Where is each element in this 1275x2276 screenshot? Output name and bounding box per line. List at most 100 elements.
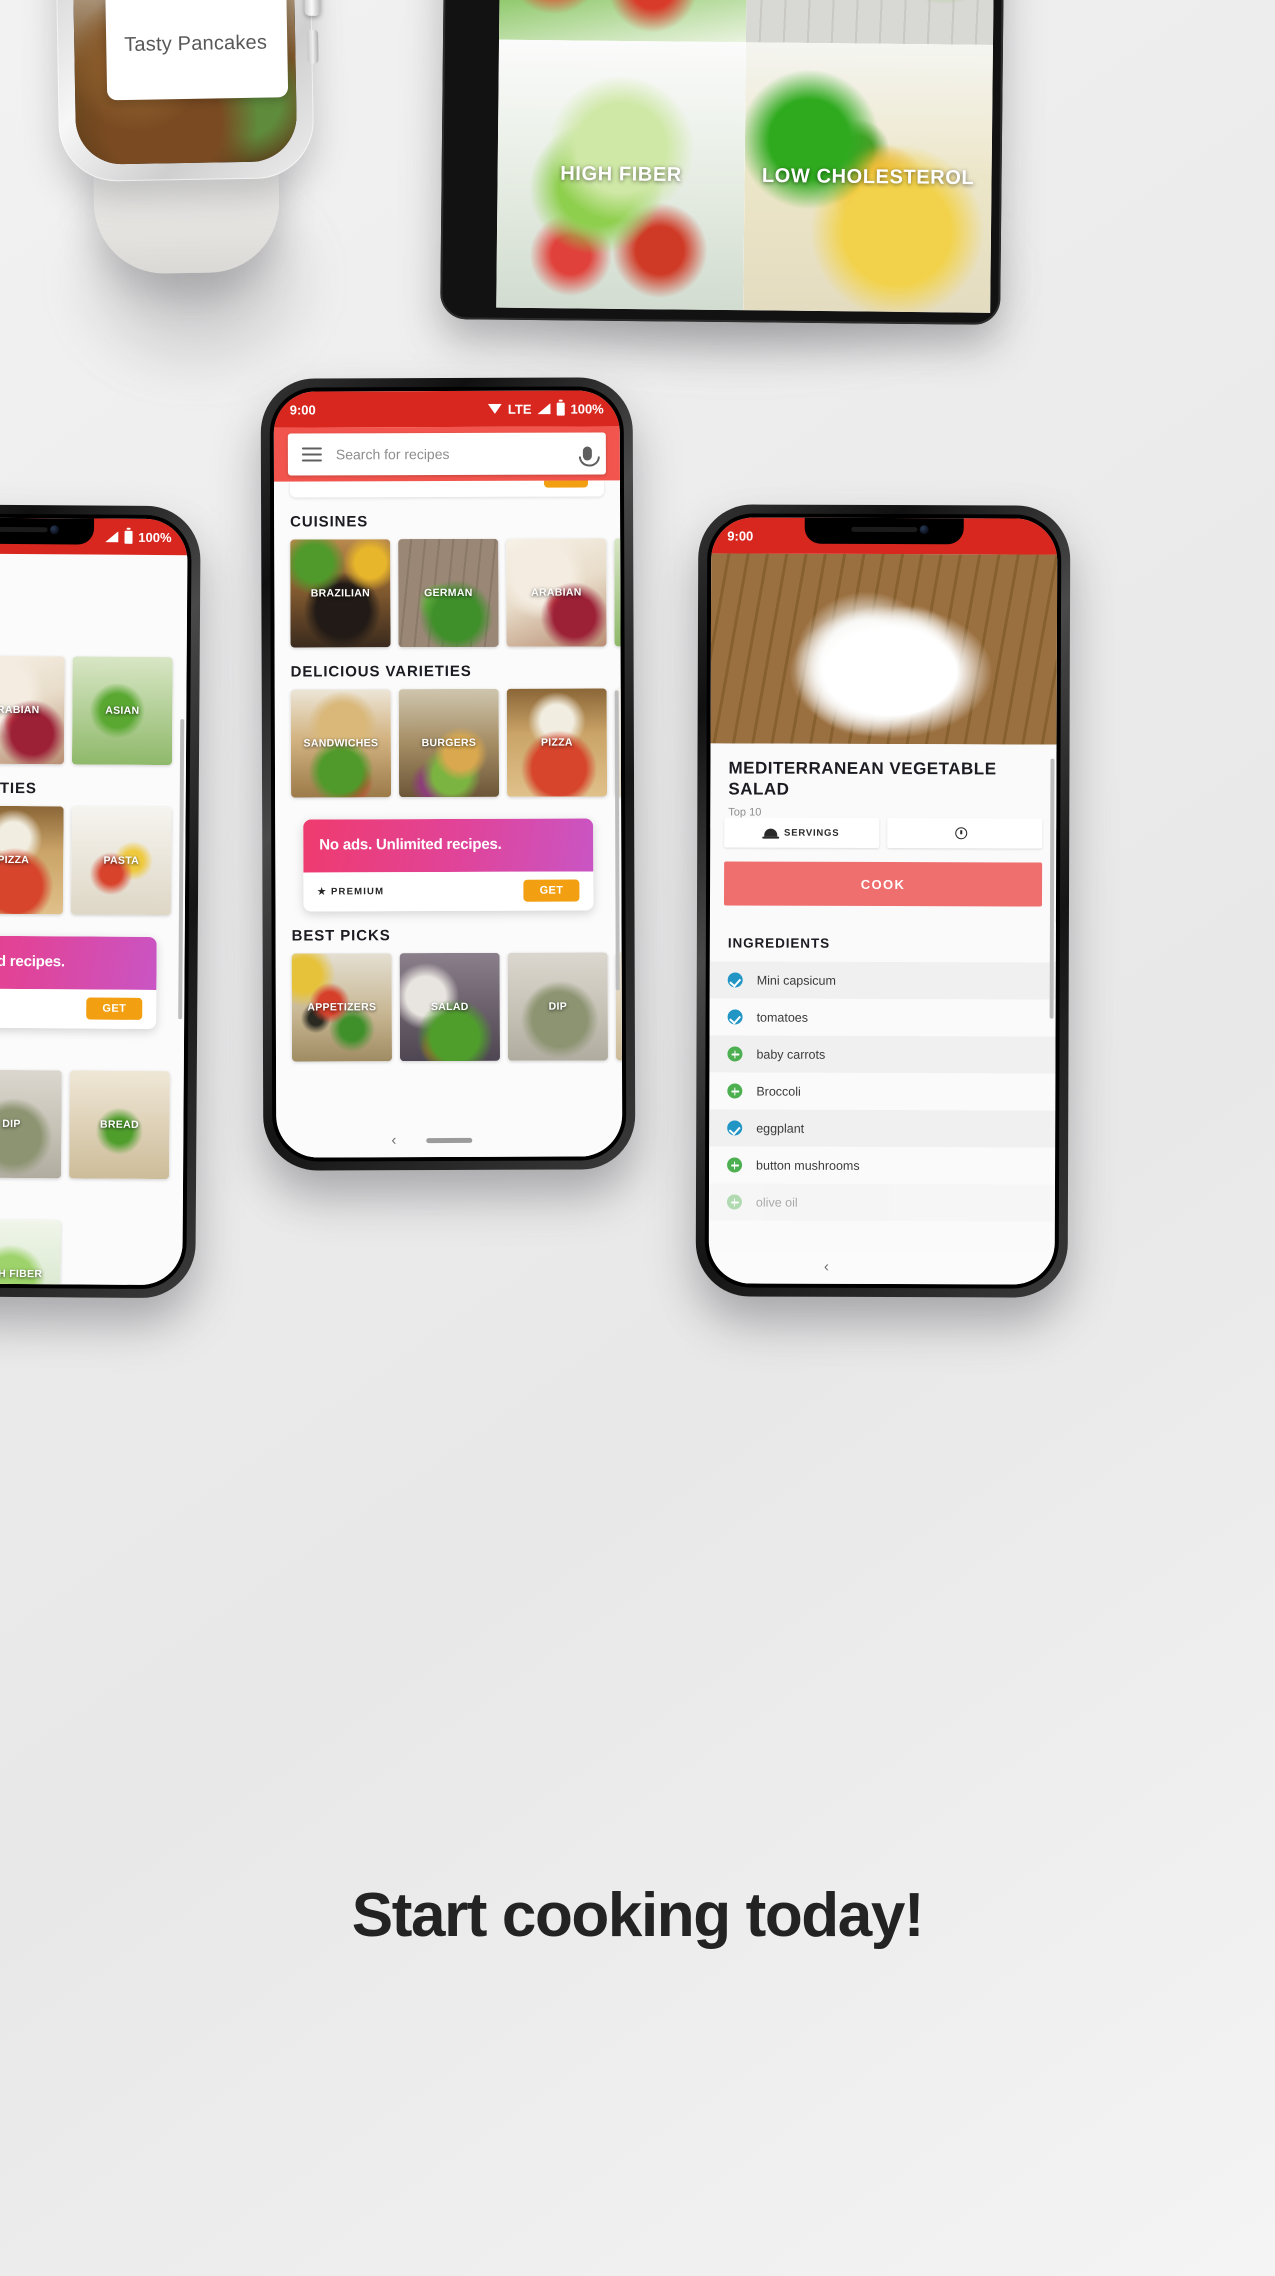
ingredient-row[interactable]: Broccoli: [709, 1072, 1056, 1111]
microphone-icon[interactable]: [582, 446, 592, 461]
tile-photo: [499, 0, 749, 43]
ingredient-row[interactable]: baby carrots: [709, 1035, 1056, 1074]
section-row-3[interactable]: DIABETICHIGH FIBER: [0, 1219, 183, 1286]
category-label: ASIAN: [105, 704, 140, 717]
phone-center-navbar: ‹: [276, 1122, 623, 1158]
category-card[interactable]: APPETIZERS: [291, 953, 393, 1062]
tile-label: HIGH FIBER: [560, 162, 683, 187]
home-indicator[interactable]: [426, 1137, 473, 1143]
premium-ad-card[interactable]: No ads. Unlimited recipes.★ PREMIUMGET: [0, 934, 157, 1030]
tablet-tile-0[interactable]: SIMPLY HEALTHY: [499, 0, 749, 43]
ingredients-list[interactable]: Mini capsicum tomatoes baby carrots Broccol…: [708, 961, 1056, 1284]
phone-center-time: 9:00: [289, 401, 316, 418]
category-label: DIP: [548, 1000, 568, 1013]
category-card[interactable]: DIP: [507, 952, 609, 1061]
section-row-2[interactable]: SALADDIPBREAD: [0, 1069, 184, 1180]
battery-icon: [124, 530, 133, 544]
section-row-0[interactable]: GERMANARABIANASIAN: [0, 655, 187, 766]
category-label: BREAD: [616, 1000, 623, 1012]
premium-ad-card[interactable]: No ads. Unlimited recipes.★ PREMIUMGET: [303, 818, 594, 912]
soup-photo: [710, 553, 1058, 745]
check-icon[interactable]: [727, 1120, 743, 1136]
search-area: Search for recipes: [273, 426, 620, 482]
plus-icon[interactable]: [727, 1083, 743, 1099]
ingredient-row[interactable]: eggplant: [709, 1109, 1056, 1148]
plus-icon[interactable]: [727, 1157, 743, 1173]
category-card[interactable]: ARABIAN: [506, 538, 607, 647]
category-card[interactable]: PASTA: [70, 806, 172, 916]
category-card[interactable]: GERMAN: [398, 538, 499, 648]
search-input[interactable]: Search for recipes: [336, 446, 569, 462]
section-title-2: BEST PICKS: [0, 1027, 184, 1071]
tablet-tile-3[interactable]: LOW CHOLESTEROL: [743, 42, 993, 313]
phone-right-frame: 9:00 MEDITERRANEAN VEGETABLE SALAD Top 1…: [695, 504, 1071, 1298]
earpiece-icon: [0, 526, 49, 533]
category-card[interactable]: ARABIAN: [0, 655, 65, 765]
phone-center-content[interactable]: CUISINES BRAZILIAN GERMAN ARABIAN ASIAN DELIC…: [273, 480, 623, 1158]
phone-left-content[interactable]: CUISINESGERMANARABIANASIANDELICIOUS VARI…: [0, 552, 188, 1286]
ingredient-name: Mini capsicum: [756, 973, 836, 988]
section-title-3: CATEGORIES: [0, 1177, 183, 1221]
wifi-icon: [488, 404, 502, 414]
watch-crown[interactable]: [304, 0, 321, 16]
watch-recipe-card[interactable]: Tasty Pancakes: [105, 0, 289, 101]
category-card[interactable]: PIZZA: [0, 805, 64, 915]
phone-center-status-icons: LTE 100%: [488, 401, 604, 416]
get-button[interactable]: GET: [523, 879, 580, 902]
category-card[interactable]: ASIAN: [614, 538, 623, 647]
ingredient-name: tomatoes: [756, 1010, 809, 1025]
phone-right-bezel: 9:00 MEDITERRANEAN VEGETABLE SALAD Top 1…: [704, 513, 1062, 1289]
ingredient-row[interactable]: olive oil: [708, 1183, 1056, 1222]
category-card[interactable]: SALAD: [399, 953, 501, 1062]
section-row-1[interactable]: SANDWICHESBURGERSPIZZAPASTA: [275, 688, 623, 798]
phone-left-notch: [0, 517, 95, 545]
category-card[interactable]: BREAD: [69, 1070, 170, 1180]
tablet-tile-2[interactable]: HIGH FIBER: [496, 39, 746, 311]
phone-center-statusbar: 9:00 LTE 100%: [273, 390, 620, 428]
section-row-2[interactable]: APPETIZERS SALAD DIP BREAD: [276, 952, 623, 1062]
section-row-0[interactable]: BRAZILIAN GERMAN ARABIAN ASIAN: [274, 538, 623, 648]
ingredient-row[interactable]: Mini capsicum: [709, 961, 1056, 1000]
ingredient-row[interactable]: button mushrooms: [709, 1146, 1056, 1185]
category-label: BREAD: [99, 1118, 139, 1132]
search-bar[interactable]: Search for recipes: [287, 432, 606, 476]
watch-side-button[interactable]: [307, 29, 319, 64]
get-button[interactable]: GET: [86, 997, 143, 1021]
tile-label: LOW CHOLESTEROL: [761, 164, 975, 190]
servings-label: SERVINGS: [784, 827, 840, 839]
check-icon[interactable]: [727, 1009, 743, 1025]
back-icon[interactable]: ‹: [824, 1258, 829, 1275]
cook-button[interactable]: COOK: [723, 861, 1043, 907]
time-chip[interactable]: [887, 818, 1043, 849]
menu-icon[interactable]: [301, 447, 322, 462]
phone-center-bezel: 9:00 LTE 100% Search for recipes CUISINE…: [269, 386, 627, 1162]
ingredients-header: INGREDIENTS: [709, 921, 1056, 962]
category-label: PASTA: [103, 854, 140, 867]
section-title-1: DELICIOUS VARIETIES: [0, 779, 37, 798]
check-icon[interactable]: [727, 972, 743, 988]
phone-right-screen: 9:00 MEDITERRANEAN VEGETABLE SALAD Top 1…: [708, 517, 1058, 1285]
category-label: HIGH FIBER: [0, 1267, 43, 1281]
plus-icon[interactable]: [726, 1194, 742, 1210]
servings-chip[interactable]: SERVINGS: [724, 817, 880, 848]
category-label: ARABIAN: [531, 586, 582, 599]
category-card[interactable]: HIGH FIBER: [0, 1219, 61, 1286]
section-title-0: CUISINES: [290, 513, 369, 531]
get-button[interactable]: [543, 480, 589, 488]
partial-ad-card-above[interactable]: [289, 480, 605, 498]
category-card[interactable]: DIP: [0, 1069, 62, 1179]
ingredient-row[interactable]: tomatoes: [709, 998, 1056, 1037]
phone-center-device: 9:00 LTE 100% Search for recipes CUISINE…: [260, 377, 636, 1171]
category-card[interactable]: ASIAN: [71, 656, 173, 766]
plus-icon[interactable]: [727, 1046, 743, 1062]
category-card[interactable]: SANDWICHES: [290, 689, 392, 798]
back-icon[interactable]: ‹: [391, 1132, 396, 1149]
category-card[interactable]: BURGERS: [398, 688, 500, 798]
category-label: APPETIZERS: [307, 1001, 377, 1014]
tablet-tile-1[interactable]: DIABETIC FRIENDLY: [745, 0, 996, 45]
section-row-1[interactable]: BURGERSPIZZAPASTA: [0, 805, 186, 916]
category-card[interactable]: PIZZA: [506, 688, 608, 797]
phone-right-device: 9:00 MEDITERRANEAN VEGETABLE SALAD Top 1…: [695, 504, 1071, 1298]
category-card[interactable]: BRAZILIAN: [290, 539, 391, 648]
category-label: SANDWICHES: [303, 737, 379, 750]
